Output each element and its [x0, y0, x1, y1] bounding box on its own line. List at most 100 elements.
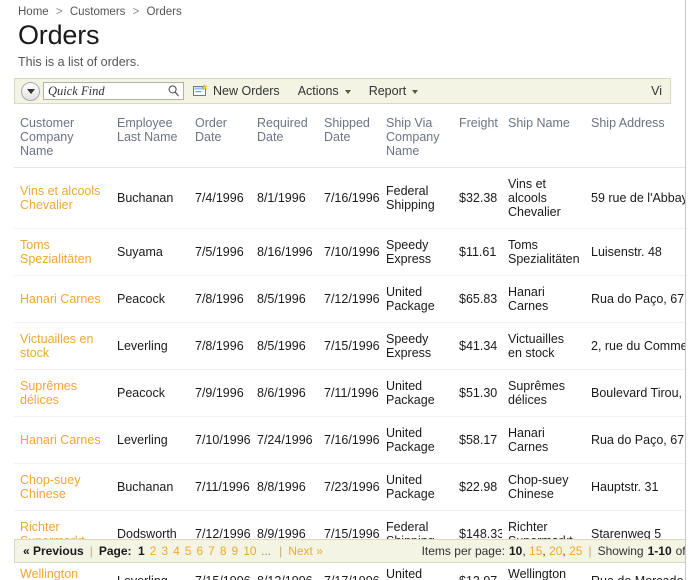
footer-divider: | — [279, 544, 283, 558]
breadcrumb-separator: > — [55, 6, 63, 18]
cell-ship-address: Boulevard Tirou, 255 — [585, 369, 685, 417]
actions-label: Actions — [297, 84, 339, 98]
items-per-page-label: Items per page: — [421, 544, 505, 558]
customer-link[interactable]: Hanari Carnes — [20, 292, 101, 306]
table-row[interactable]: Victuailles en stock Leverling 7/8/1996 8/5… — [14, 322, 685, 370]
cell-customer-company-name[interactable]: Victuailles en stock — [14, 322, 111, 370]
cell-customer-company-name[interactable]: Vins et alcools Chevalier — [14, 167, 111, 229]
table-row[interactable]: Hanari Carnes Leverling 7/10/1996 7/24/1996… — [14, 416, 685, 464]
cell-required-date: 8/8/1996 — [251, 463, 318, 511]
page-number-list: 1 2 3 4 5 6 7 8 9 10 — [136, 544, 260, 558]
customer-link[interactable]: Vins et alcools Chevalier — [20, 184, 100, 212]
column-header-ship-name[interactable]: Ship Name — [502, 104, 585, 168]
cell-ship-via-company-name: Federal Shipping — [380, 167, 453, 229]
page-number-link[interactable]: 4 — [173, 544, 180, 558]
column-header-customer-company-name[interactable]: Customer Company Name — [14, 104, 111, 168]
search-icon[interactable] — [167, 84, 181, 98]
items-per-page-option[interactable]: 15 — [529, 544, 542, 558]
caret-down-icon — [344, 90, 351, 94]
showing-suffix: of 830 items — [675, 544, 686, 558]
orders-grid: Customer Company Name Employee Last Name… — [14, 104, 685, 580]
breadcrumb-item-home[interactable]: Home — [18, 6, 49, 18]
customer-link[interactable]: Suprêmes délices — [20, 379, 77, 407]
page-number-link[interactable]: 10 — [243, 544, 256, 558]
page-number-link[interactable]: 2 — [150, 544, 157, 558]
table-body: Vins et alcools Chevalier Buchanan 7/4/199… — [14, 167, 685, 580]
quick-find-options-button[interactable] — [21, 81, 40, 101]
cell-freight: $11.61 — [453, 228, 502, 276]
cell-required-date: 8/16/1996 — [251, 228, 318, 276]
cell-ship-address: 2, rue du Commerce — [585, 322, 685, 370]
page-number-link[interactable]: 6 — [196, 544, 203, 558]
actions-menu-button[interactable]: Actions — [289, 79, 360, 103]
column-header-freight[interactable]: Freight — [453, 104, 502, 168]
column-header-order-date[interactable]: Order Date — [189, 104, 251, 168]
next-page-button[interactable]: Next » — [288, 544, 323, 558]
caret-down-icon — [412, 90, 419, 94]
new-orders-button[interactable]: New Orders — [184, 79, 289, 103]
table-row[interactable]: Suprêmes délices Peacock 7/9/1996 8/6/1996 7… — [14, 369, 685, 417]
page-ellipsis: ... — [261, 544, 272, 558]
cell-freight: $22.98 — [453, 463, 502, 511]
showing-range: 1-10 — [647, 544, 672, 558]
cell-customer-company-name[interactable]: Toms Spezialitäten — [14, 228, 111, 276]
table-row[interactable]: Hanari Carnes Peacock 7/8/1996 8/5/1996 7/12… — [14, 275, 685, 323]
breadcrumb-separator: > — [132, 6, 140, 18]
table-row[interactable]: Vins et alcools Chevalier Buchanan 7/4/199… — [14, 167, 685, 229]
cell-shipped-date: 7/16/1996 — [318, 167, 380, 229]
cell-order-date: 7/8/1996 — [189, 275, 251, 323]
report-menu-button[interactable]: Report — [360, 79, 428, 103]
table-row[interactable]: Chop-suey Chinese Buchanan 7/11/1996 8/8/19… — [14, 463, 685, 511]
cell-ship-via-company-name: United Package — [380, 369, 453, 417]
customer-link[interactable]: Victuailles en stock — [20, 332, 93, 360]
cell-freight: $51.30 — [453, 369, 502, 417]
cell-employee-last-name: Leverling — [111, 416, 189, 464]
cell-customer-company-name[interactable]: Hanari Carnes — [14, 275, 111, 323]
items-per-page-control: Items per page: 10, 15, 20, 25 | Showing… — [421, 544, 686, 558]
report-label: Report — [368, 84, 407, 98]
cell-ship-address: Rua do Paço, 67 — [585, 275, 685, 323]
column-header-ship-address[interactable]: Ship Address — [585, 104, 685, 168]
previous-page-button[interactable]: « Previous — [23, 544, 84, 558]
cell-ship-via-company-name: United Package — [380, 275, 453, 323]
column-header-employee-last-name[interactable]: Employee Last Name — [111, 104, 189, 168]
items-per-page-option[interactable]: 20 — [549, 544, 562, 558]
cell-order-date: 7/9/1996 — [189, 369, 251, 417]
page-number-link[interactable]: 7 — [208, 544, 215, 558]
new-orders-label: New Orders — [213, 84, 280, 98]
quick-find-box[interactable] — [43, 82, 184, 100]
page-number-link[interactable]: 8 — [220, 544, 227, 558]
cell-freight: $41.34 — [453, 322, 502, 370]
breadcrumb-item-customers[interactable]: Customers — [70, 6, 126, 18]
page-number-link[interactable]: 9 — [232, 544, 239, 558]
view-menu-button[interactable]: Vi — [651, 84, 664, 98]
cell-shipped-date: 7/12/1996 — [318, 275, 380, 323]
table-row[interactable]: Toms Spezialitäten Suyama 7/5/1996 8/16/199… — [14, 228, 685, 276]
page-subtitle: This is a list of orders. — [18, 55, 140, 69]
page-label: Page: — [98, 544, 132, 558]
cell-customer-company-name[interactable]: Chop-suey Chinese — [14, 463, 111, 511]
cell-ship-via-company-name: Speedy Express — [380, 322, 453, 370]
page-number-link[interactable]: 5 — [185, 544, 192, 558]
column-header-required-date[interactable]: Required Date — [251, 104, 318, 168]
cell-ship-via-company-name: Speedy Express — [380, 228, 453, 276]
cell-order-date: 7/4/1996 — [189, 167, 251, 229]
cell-freight: $65.83 — [453, 275, 502, 323]
column-header-ship-via-company-name[interactable]: Ship Via Company Name — [380, 104, 453, 168]
cell-customer-company-name[interactable]: Hanari Carnes — [14, 416, 111, 464]
search-input[interactable] — [48, 83, 167, 99]
cell-ship-name: Hanari Carnes — [502, 416, 585, 464]
page-title: Orders — [18, 20, 100, 50]
customer-link[interactable]: Toms Spezialitäten — [20, 238, 92, 266]
column-header-shipped-date[interactable]: Shipped Date — [318, 104, 380, 168]
items-per-page-option[interactable]: 25 — [569, 544, 582, 558]
customer-link[interactable]: Hanari Carnes — [20, 433, 101, 447]
breadcrumb-item-orders[interactable]: Orders — [147, 6, 182, 18]
cell-ship-via-company-name: United Package — [380, 416, 453, 464]
customer-link[interactable]: Chop-suey Chinese — [20, 473, 80, 501]
cell-customer-company-name[interactable]: Suprêmes délices — [14, 369, 111, 417]
cell-ship-address: 59 rue de l'Abbaye — [585, 167, 685, 229]
page-number-link[interactable]: 3 — [161, 544, 168, 558]
cell-ship-name: Chop-suey Chinese — [502, 463, 585, 511]
customer-link[interactable]: Wellington Importadora — [20, 567, 87, 580]
